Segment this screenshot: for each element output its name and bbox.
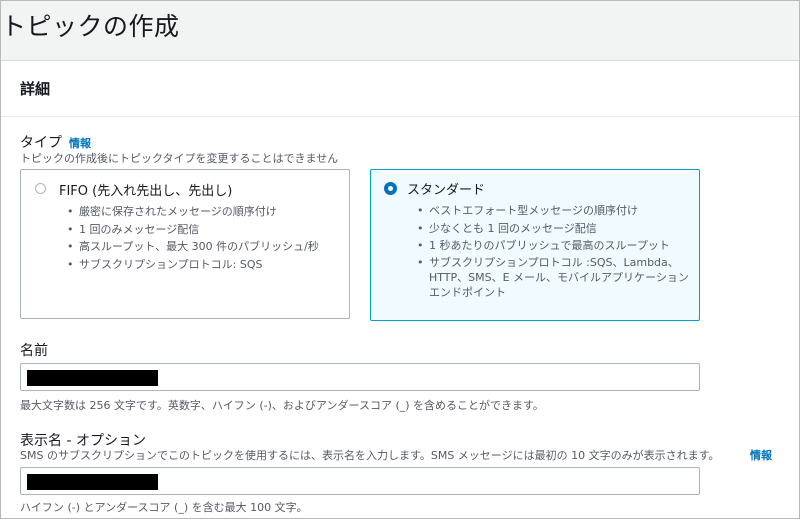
display-name-info-link[interactable]: 情報: [750, 447, 772, 463]
standard-feature-list: ベストエフォート型メッセージの順序付け 少なくとも 1 回のメッセージ配信 1 …: [415, 202, 691, 300]
standard-radio[interactable]: [384, 182, 397, 195]
list-item: 1 秒あたりのパブリッシュで最高のスループット: [415, 237, 691, 255]
display-name-hint: ハイフン (-) とアンダースコア (_) を含む最大 100 文字。: [20, 501, 308, 514]
details-panel: 詳細 タイプ 情報 トピックの作成後にトピックタイプを変更することはできません …: [1, 60, 799, 518]
fifo-feature-list: 厳密に保存されたメッセージの順序付け 1 回のみメッセージ配信 高スループット、…: [65, 203, 345, 273]
fifo-radio[interactable]: [35, 183, 46, 194]
list-item: ベストエフォート型メッセージの順序付け: [415, 202, 691, 220]
name-label: 名前: [20, 343, 48, 359]
panel-title: 詳細: [20, 80, 51, 98]
type-info-link[interactable]: 情報: [69, 135, 91, 151]
list-item: 高スループット、最大 300 件のパブリッシュ/秒: [65, 238, 345, 256]
list-item: 少なくとも 1 回のメッセージ配信: [415, 220, 691, 238]
list-item: サブスクリプションプロトコル: SQS: [65, 256, 345, 274]
list-item: 1 回のみメッセージ配信: [65, 221, 345, 239]
console-frame: トピックの作成 詳細 タイプ 情報 トピックの作成後にトピックタイプを変更するこ…: [0, 0, 800, 519]
fifo-title: FIFO (先入れ先出し、先出し): [59, 184, 233, 199]
display-name-input[interactable]: [20, 467, 700, 495]
list-item: サブスクリプションプロトコル :SQS、Lambda、HTTP、SMS、E メー…: [415, 255, 691, 300]
standard-title: スタンダード: [407, 183, 486, 198]
panel-header: 詳細: [1, 61, 799, 117]
name-input[interactable]: [20, 363, 700, 391]
page-title: トピックの作成: [1, 12, 180, 41]
standard-option-tile[interactable]: スタンダード ベストエフォート型メッセージの順序付け 少なくとも 1 回のメッセ…: [370, 169, 700, 321]
name-hint: 最大文字数は 256 文字です。英数字、ハイフン (-)、およびアンダースコア …: [20, 399, 544, 412]
redacted-value: [27, 474, 158, 490]
fifo-option-tile[interactable]: FIFO (先入れ先出し、先出し) 厳密に保存されたメッセージの順序付け 1 回…: [20, 169, 350, 319]
redacted-value: [27, 370, 158, 386]
type-description: トピックの作成後にトピックタイプを変更することはできません: [20, 152, 339, 165]
type-label: タイプ: [20, 135, 62, 151]
display-name-description: SMS のサブスクリプションでこのトピックを使用するには、表示名を入力します。S…: [20, 449, 720, 462]
list-item: 厳密に保存されたメッセージの順序付け: [65, 203, 345, 221]
